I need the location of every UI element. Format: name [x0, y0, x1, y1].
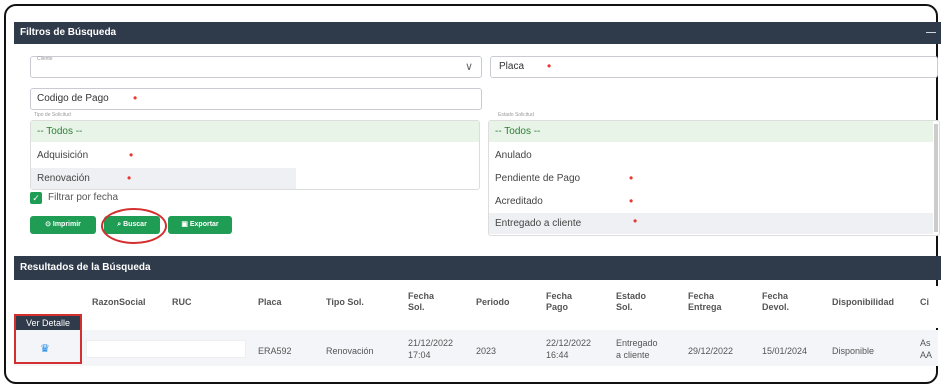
col-razon-social: RazonSocial: [92, 297, 146, 307]
option-label: Adquisición: [37, 150, 89, 161]
highlight-circle: [101, 208, 167, 244]
codigo-pago-input[interactable]: Codigo de Pago •: [30, 88, 482, 110]
col-ci: Ci: [920, 297, 929, 307]
results-panel-header: Resultados de la Búsqueda: [14, 256, 941, 280]
required-marker: •: [633, 214, 638, 228]
tipo-option-renovacion[interactable]: Renovación •: [31, 168, 296, 189]
cell-fecha-sol-time: 17:04: [408, 350, 431, 360]
button-label: Exportar: [189, 221, 219, 228]
ver-detalle-highlight: [14, 314, 82, 364]
filters-title: Filtros de Búsqueda: [20, 27, 117, 38]
option-label: Pendiente de Pago: [495, 173, 581, 184]
placa-input[interactable]: Placa •: [490, 56, 938, 78]
col-fecha-pago: Fecha Pago: [546, 291, 573, 312]
redacted-cell: [86, 340, 246, 358]
cell-fecha-pago-date: 22/12/2022: [546, 338, 592, 348]
tipo-solicitud-label: Tipo de Solicitud: [34, 112, 71, 118]
col-fecha-sol: Fecha Sol.: [408, 291, 435, 312]
estado-option-pendiente[interactable]: Pendiente de Pago •: [489, 168, 933, 189]
cell-estado-line1: Entregado: [616, 338, 658, 348]
codigo-pago-placeholder: Codigo de Pago: [37, 93, 109, 104]
col-disponibilidad: Disponibilidad: [832, 297, 894, 307]
cell-fecha-devol: 15/01/2024: [762, 346, 808, 356]
required-marker: •: [629, 194, 634, 208]
results-title: Resultados de la Búsqueda: [20, 262, 151, 273]
col-tipo-sol: Tipo Sol.: [326, 297, 364, 307]
col-estado-sol: Estado Sol.: [616, 291, 647, 312]
cell-fecha-sol-date: 21/12/2022: [408, 338, 454, 348]
exportar-button[interactable]: ▣ Exportar: [168, 216, 232, 234]
view-detail-icon[interactable]: ♛: [40, 342, 50, 355]
cell-tipo: Renovación: [326, 346, 374, 356]
collapse-icon[interactable]: —: [926, 22, 936, 44]
estado-option-acreditado[interactable]: Acreditado •: [489, 191, 933, 212]
filters-panel-header: Filtros de Búsqueda —: [14, 22, 941, 44]
scrollbar[interactable]: [934, 124, 938, 232]
cell-placa: ERA592: [258, 346, 292, 356]
option-label: Renovación: [37, 173, 90, 184]
required-marker: •: [127, 171, 132, 185]
required-marker: •: [547, 59, 552, 73]
filtrar-fecha-label: Filtrar por fecha: [48, 192, 119, 203]
option-label: Entregado a cliente: [495, 218, 582, 229]
col-fecha-entrega: Fecha Entrega: [688, 291, 722, 312]
placa-placeholder: Placa: [499, 61, 525, 72]
chevron-down-icon[interactable]: ∨: [465, 60, 473, 73]
cell-periodo: 2023: [476, 346, 497, 356]
export-icon: ▣: [181, 221, 190, 228]
col-ruc: RUC: [172, 297, 192, 307]
option-label: Acreditado: [495, 196, 543, 207]
required-marker: •: [129, 148, 134, 162]
tipo-option-todos[interactable]: -- Todos --: [31, 121, 479, 142]
estado-solicitud-label: Estado Solicitud: [498, 112, 534, 118]
cell-ci-line2: AA: [920, 350, 933, 360]
col-placa: Placa: [258, 297, 282, 307]
cell-disponibilidad: Disponible: [832, 346, 875, 356]
cell-ci-line1: As: [920, 338, 931, 348]
imprimir-button[interactable]: ⊙ Imprimir: [30, 216, 96, 234]
cell-fecha-entrega: 29/12/2022: [688, 346, 734, 356]
required-marker: •: [133, 91, 138, 105]
estado-option-todos[interactable]: -- Todos --: [489, 121, 933, 142]
print-icon: ⊙: [45, 221, 53, 228]
required-marker: •: [629, 171, 634, 185]
button-label: Imprimir: [52, 221, 81, 228]
col-fecha-devol: Fecha Devol.: [762, 291, 790, 312]
filtrar-fecha-checkbox[interactable]: ✓: [30, 192, 42, 204]
tipo-option-adquisicion[interactable]: Adquisición •: [31, 145, 479, 166]
estado-option-anulado[interactable]: Anulado: [489, 145, 933, 166]
cell-estado-line2: a cliente: [616, 350, 650, 360]
cell-fecha-pago-time: 16:44: [546, 350, 569, 360]
estado-option-entregado[interactable]: Entregado a cliente •: [489, 213, 933, 234]
cliente-label: Cliente: [37, 56, 53, 62]
col-periodo: Periodo: [476, 297, 510, 307]
cliente-select[interactable]: Cliente ∨: [30, 56, 482, 78]
